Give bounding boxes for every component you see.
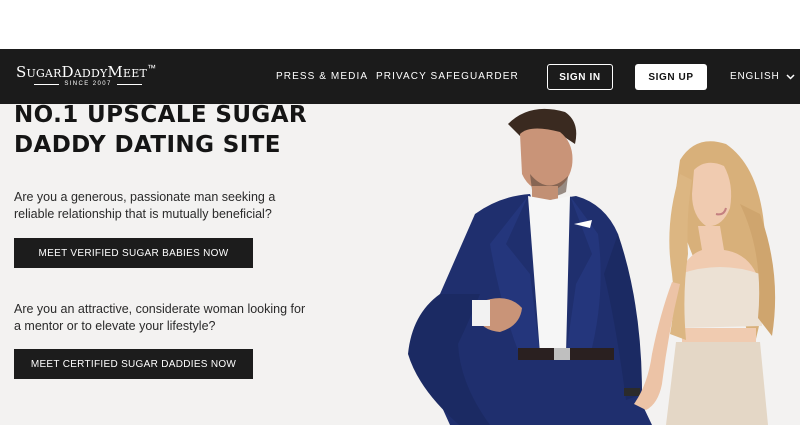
page: SugarDaddyMeet™ SINCE 2007 PRESS & MEDIA… (0, 0, 800, 425)
question-men: Are you a generous, passionate man seeki… (14, 190, 276, 221)
hero-section: NO.1 UPSCALE SUGAR DADDY DATING SITE Are… (0, 104, 800, 425)
headline-line-2: DADDY DATING SITE (14, 132, 281, 158)
woman-top (678, 267, 762, 328)
nav-privacy-safeguarder[interactable]: PRIVACY SAFEGUARDER (376, 71, 519, 82)
logo-text: SugarDaddyMeet (16, 63, 147, 81)
site-header: SugarDaddyMeet™ SINCE 2007 PRESS & MEDIA… (0, 49, 800, 104)
question-women: Are you an attractive, considerate woman… (14, 302, 306, 333)
sign-up-label: SIGN UP (648, 71, 694, 83)
cta-men-label: MEET VERIFIED SUGAR BABIES NOW (38, 247, 229, 259)
woman-skirt (666, 342, 768, 425)
man-belt-buckle (554, 348, 570, 360)
headline-line-1: NO.1 UPSCALE SUGAR (14, 104, 308, 128)
nav-press-media[interactable]: PRESS & MEDIA (276, 71, 368, 82)
meet-sugar-babies-button[interactable]: MEET VERIFIED SUGAR BABIES NOW (14, 238, 253, 268)
woman-midriff (682, 328, 756, 344)
logo-trademark: ™ (147, 63, 157, 73)
man-cuff (472, 300, 490, 326)
man-watch (624, 388, 640, 396)
hero-couple-image (408, 108, 776, 425)
language-selector[interactable]: ENGLISH (730, 71, 795, 82)
logo-since: SINCE 2007 (34, 81, 143, 87)
sign-in-button[interactable]: SIGN IN (547, 64, 613, 90)
logo-since-text: SINCE 2007 (64, 81, 112, 87)
meet-sugar-daddies-button[interactable]: MEET CERTIFIED SUGAR DADDIES NOW (14, 349, 253, 379)
logo-rule-right (116, 83, 143, 85)
sign-in-label: SIGN IN (559, 71, 601, 83)
sign-up-button[interactable]: SIGN UP (635, 64, 707, 90)
hero-headline: NO.1 UPSCALE SUGAR DADDY DATING SITE (14, 104, 334, 160)
woman-face (692, 162, 732, 227)
language-label: ENGLISH (730, 71, 780, 82)
site-logo[interactable]: SugarDaddyMeet™ SINCE 2007 (16, 63, 156, 87)
cta-women-label: MEET CERTIFIED SUGAR DADDIES NOW (30, 358, 237, 370)
logo-rule-left (34, 83, 60, 85)
logo-wordmark: SugarDaddyMeet™ (16, 63, 156, 81)
chevron-down-icon (785, 73, 795, 80)
